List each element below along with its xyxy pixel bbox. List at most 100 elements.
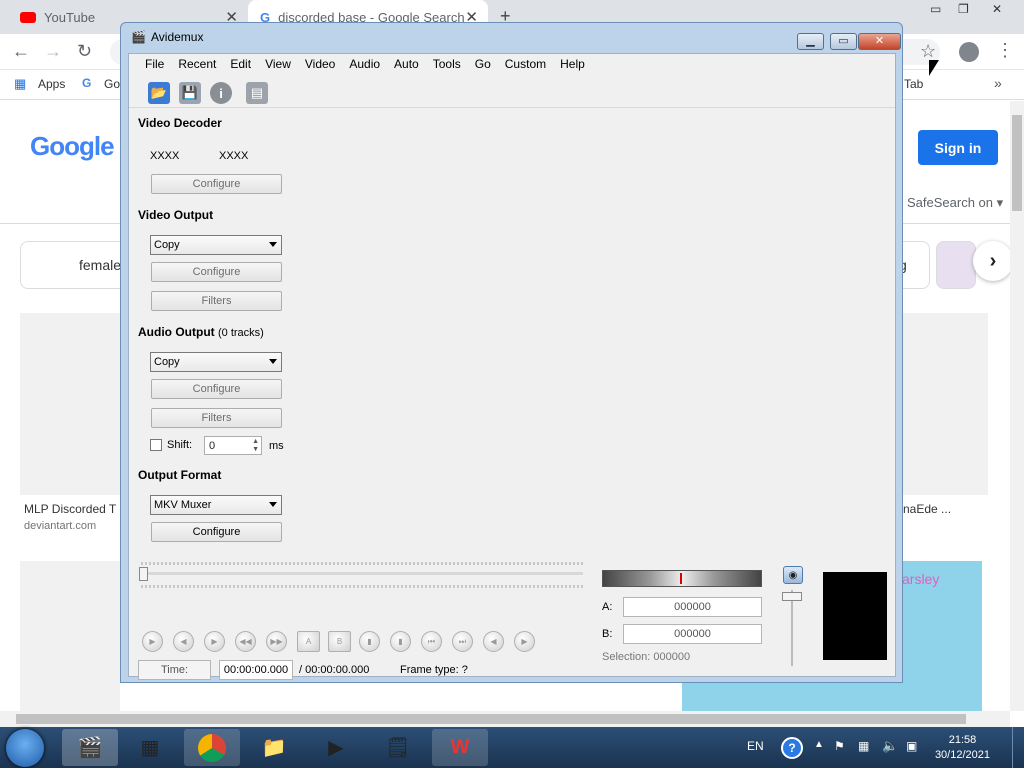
result-title-left[interactable]: MLP Discorded T [24,502,116,516]
spin-arrows-icon[interactable]: ▲ ▼ [252,438,259,454]
close-button[interactable]: ✕ [858,33,901,50]
tray-arrow-icon[interactable]: ▲ [814,739,824,750]
shift-checkbox[interactable] [150,439,162,451]
shift-input[interactable]: 0 ▲ ▼ [204,436,262,455]
show-desktop-button[interactable] [1012,727,1024,768]
chevron-right-icon[interactable]: › [973,241,1013,281]
time-button[interactable]: Time: [138,660,211,680]
set-marker-b-icon[interactable]: B [328,631,351,652]
audio-filters-button[interactable]: Filters [151,408,282,428]
related-chip-left[interactable]: female [20,241,130,289]
sign-in-button[interactable]: Sign in [918,130,998,165]
play-icon[interactable]: ▶ [142,631,163,652]
menu-auto[interactable]: Auto [387,57,426,71]
video-filters-button[interactable]: Filters [151,291,282,311]
result-title-right[interactable]: naEde ... [903,502,951,516]
back-60-icon[interactable]: ◀ [483,631,504,652]
go-to-start-icon[interactable]: ⏮ [421,631,442,652]
marker-b-field[interactable]: 000000 [623,624,762,644]
previous-keyframe-icon[interactable]: ◀◀ [235,631,256,652]
timeline-slider-handle[interactable] [139,567,148,581]
close-window-icon[interactable]: ✕ [992,2,1002,16]
more-bookmarks-icon[interactable]: » [994,75,1002,91]
minimize-button[interactable]: ▁ [797,33,824,50]
minimize-icon[interactable]: ▭ [930,2,941,16]
chip-thumbnail[interactable] [936,241,976,289]
display-icon[interactable]: ▣ [906,739,917,753]
open-folder-icon[interactable]: 📂 [148,82,170,104]
volume-slider-handle[interactable] [782,592,802,601]
menu-edit[interactable]: Edit [223,57,258,71]
current-time-field[interactable]: 00:00:00.000 [219,660,293,680]
video-output-configure-button[interactable]: Configure [151,262,282,282]
bookmark-other[interactable]: Tab [904,77,923,91]
go-to-end-icon[interactable]: ⏭ [452,631,473,652]
help-icon[interactable]: ? [781,737,803,759]
maximize-button[interactable]: ▭ [830,33,857,50]
audio-codec-select[interactable]: Copy [150,352,282,372]
speaker-icon[interactable]: 🔈 [882,738,898,754]
bookmark-star-icon[interactable]: ☆ [920,41,936,62]
scrollbar-thumb[interactable] [16,714,966,724]
language-indicator[interactable]: EN [747,739,764,753]
volume-icon[interactable]: ◉ [783,566,803,584]
safesearch-toggle[interactable]: SafeSearch on ▾ [907,195,1003,211]
bookmark-google[interactable]: Go [104,77,120,91]
info-icon[interactable]: i [210,82,232,104]
sticky-notes-taskbar-icon[interactable]: 🗒 [370,729,426,766]
network-icon[interactable]: ▦ [858,739,869,753]
save-icon[interactable]: 💾 [179,82,201,104]
file-explorer-taskbar-icon[interactable]: 📁 [246,729,302,766]
menu-help[interactable]: Help [553,57,592,71]
output-format-configure-button[interactable]: Configure [151,522,282,542]
control-panel-taskbar-icon[interactable]: ▦ [122,729,178,766]
menu-go[interactable]: Go [468,57,498,71]
next-black-frame-icon[interactable]: ▮ [390,631,411,652]
menu-tools[interactable]: Tools [426,57,468,71]
set-marker-a-icon[interactable]: A [297,631,320,652]
window-titlebar[interactable]: 🎬 Avidemux ▁ ▭ ✕ [121,23,902,51]
result-image-right[interactable] [903,313,988,495]
wps-office-taskbar-icon[interactable]: W [432,729,488,766]
menu-view[interactable]: View [258,57,298,71]
film-icon[interactable]: ▤ [246,82,268,104]
menu-audio[interactable]: Audio [342,57,387,71]
bookmark-apps[interactable]: Apps [38,77,65,91]
muxer-select[interactable]: MKV Muxer [150,495,282,515]
start-button[interactable] [6,729,44,767]
marker-a-field[interactable]: 000000 [623,597,762,617]
menu-kebab-icon[interactable]: ⋮ [996,40,1014,61]
avidemux-taskbar-icon[interactable]: 🎬 [62,729,118,766]
result-image-bottom-left[interactable] [20,561,120,711]
scrollbar-thumb[interactable] [1012,115,1022,211]
next-keyframe-icon[interactable]: ▶▶ [266,631,287,652]
video-decoder-configure-button[interactable]: Configure [151,174,282,194]
reload-icon[interactable]: ↻ [77,41,92,62]
menu-file[interactable]: File [138,57,171,71]
volume-slider-track[interactable] [791,590,793,666]
menu-recent[interactable]: Recent [171,57,223,71]
menu-video[interactable]: Video [298,57,342,71]
result-image-left[interactable] [20,313,120,495]
previous-black-frame-icon[interactable]: ▮ [359,631,380,652]
restore-icon[interactable]: ❐ [958,2,969,16]
back-icon[interactable]: ← [12,41,30,62]
timeline-track[interactable] [141,572,583,575]
media-player-taskbar-icon[interactable]: ▶ [308,729,364,766]
audio-output-configure-button[interactable]: Configure [151,379,282,399]
horizontal-scrollbar[interactable] [0,711,1010,727]
menu-custom[interactable]: Custom [498,57,553,71]
profile-icon[interactable] [959,42,979,62]
jog-shuttle[interactable] [602,570,762,587]
video-codec-select[interactable]: Copy [150,235,282,255]
system-clock[interactable]: 21:58 30/12/2021 [935,733,990,763]
vertical-scrollbar[interactable] [1010,101,1024,711]
forward-60-icon[interactable]: ▶ [514,631,535,652]
previous-frame-icon[interactable]: ◀ [173,631,194,652]
next-frame-icon[interactable]: ▶ [204,631,225,652]
dropdown-arrow-icon [269,359,277,364]
chrome-taskbar-icon[interactable] [184,729,240,766]
action-center-flag-icon[interactable]: ⚑ [834,739,845,753]
forward-icon[interactable]: → [44,41,62,62]
google-logo[interactable]: Google [30,131,115,162]
